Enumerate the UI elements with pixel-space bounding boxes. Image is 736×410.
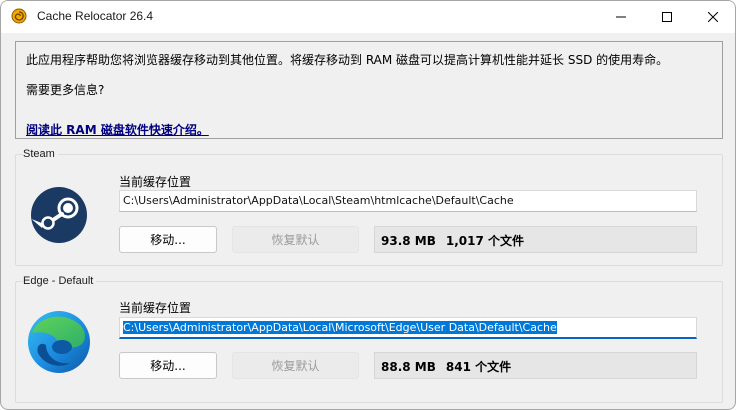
edge-move-button[interactable]: 移动... [119,352,217,379]
info-panel: 此应用程序帮助您将浏览器缓存移动到其他位置。将缓存移动到 RAM 磁盘可以提高计… [15,41,723,139]
steam-cache-path-text: C:\Users\Administrator\AppData\Local\Ste… [123,194,514,207]
maximize-icon [662,12,672,22]
close-icon [708,12,718,22]
app-window: Cache Relocator 26.4 此应用程序帮助您将浏览器缓存移动到其他… [0,0,736,410]
edge-cache-path-field[interactable]: C:\Users\Administrator\AppData\Local\Mic… [119,317,697,339]
window-title: Cache Relocator 26.4 [37,9,154,23]
title-bar[interactable]: Cache Relocator 26.4 [1,1,735,33]
steam-group-title: Steam [23,148,58,160]
steam-cache-path-field[interactable]: C:\Users\Administrator\AppData\Local\Ste… [119,190,697,212]
steam-cache-file-count: 1,017 个文件 [445,234,525,248]
steam-restore-default-button[interactable]: 恢复默认 [232,226,359,253]
edge-cache-size: 88.8 MB [381,360,436,374]
close-button[interactable] [690,1,735,33]
edge-restore-default-button[interactable]: 恢复默认 [232,352,359,379]
maximize-button[interactable] [644,1,690,33]
minimize-icon [616,16,626,18]
steam-cache-location-label: 当前缓存位置 [119,175,192,189]
edge-cache-location-label: 当前缓存位置 [119,301,192,315]
steam-cache-size: 93.8 MB [381,234,436,248]
ram-disk-info-link[interactable]: 阅读此 RAM 磁盘软件快速介绍。 [26,121,209,138]
info-description: 此应用程序帮助您将浏览器缓存移动到其他位置。将缓存移动到 RAM 磁盘可以提高计… [26,53,669,67]
info-more-question: 需要更多信息? [26,83,105,97]
steam-cache-stats: 93.8 MB 1,017 个文件 [374,226,697,253]
edge-cache-path-text: C:\Users\Administrator\AppData\Local\Mic… [123,321,557,334]
edge-cache-file-count: 841 个文件 [445,360,512,374]
steam-move-button[interactable]: 移动... [119,226,217,253]
minimize-button[interactable] [598,1,644,33]
edge-logo-icon [28,311,90,373]
edge-group-title: Edge - Default [23,275,97,287]
edge-cache-stats: 88.8 MB 841 个文件 [374,352,697,379]
snail-icon [11,8,27,24]
steam-logo-icon [31,187,87,243]
